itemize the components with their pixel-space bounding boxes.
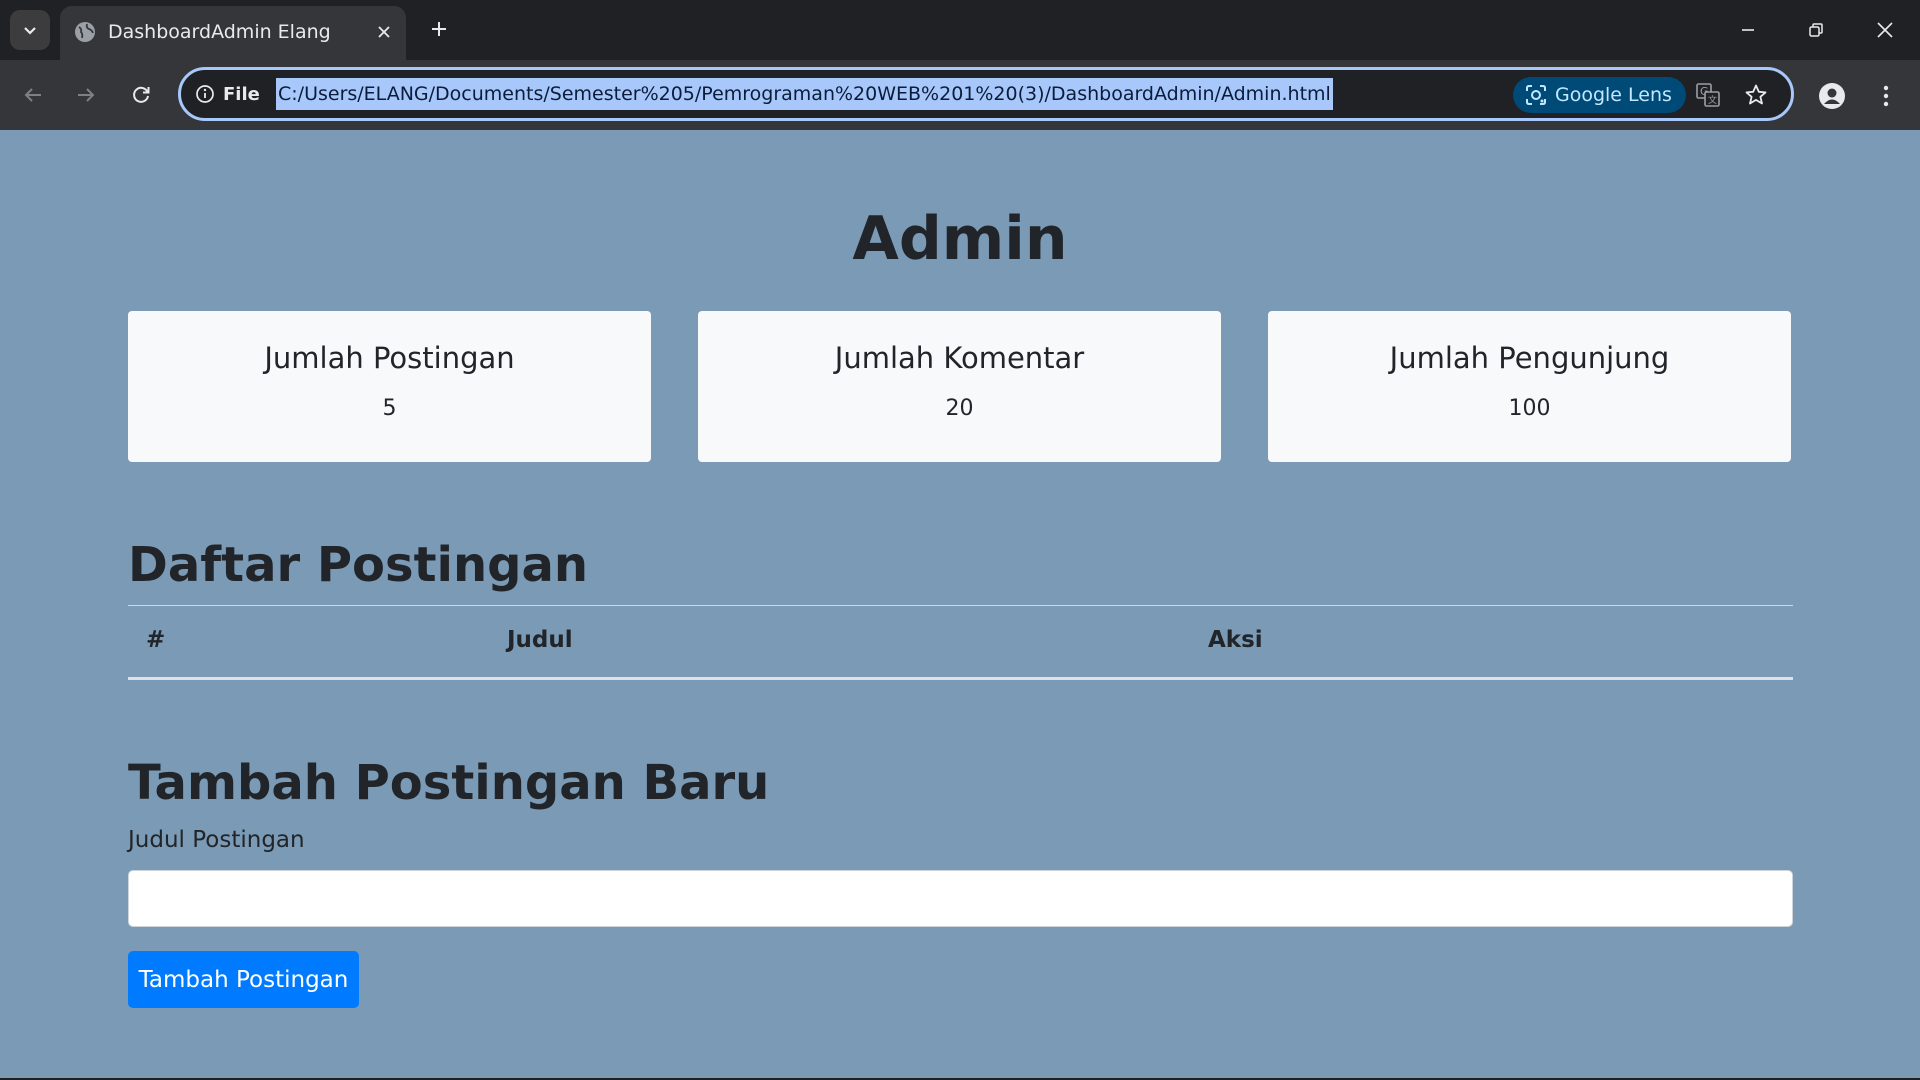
column-header-action: Aksi [1208, 627, 1263, 653]
star-icon [1745, 84, 1767, 105]
stat-card-comments: Jumlah Komentar 20 [698, 311, 1221, 462]
close-window-button[interactable] [1863, 10, 1907, 50]
tab-close-button[interactable] [372, 20, 396, 44]
minimize-icon [1742, 29, 1754, 31]
globe-icon [75, 22, 95, 42]
stat-card-title: Jumlah Komentar [834, 341, 1085, 375]
translate-icon: G文 [1696, 83, 1720, 107]
minimize-button[interactable] [1726, 10, 1770, 50]
stat-card-value: 20 [945, 396, 974, 421]
new-tab-button[interactable] [424, 14, 454, 44]
tab-title: DashboardAdmin Elang [108, 21, 331, 43]
url-text[interactable]: C:/Users/ELANG/Documents/Semester%205/Pe… [276, 78, 1333, 110]
plus-icon [432, 22, 446, 36]
bookmark-button[interactable] [1741, 80, 1771, 110]
browser-tab-active[interactable]: DashboardAdmin Elang [60, 6, 406, 60]
page-title: Admin [852, 204, 1068, 274]
post-title-input[interactable] [128, 870, 1793, 927]
back-button[interactable] [15, 77, 51, 113]
arrow-right-icon [78, 88, 95, 102]
forward-button[interactable] [68, 77, 104, 113]
tab-search-button[interactable] [10, 10, 50, 50]
stat-card-value: 5 [382, 396, 397, 421]
browser-menu-button[interactable] [1870, 80, 1902, 112]
arrow-left-icon [24, 88, 41, 102]
restore-icon [1809, 23, 1823, 37]
page-viewport: Admin Jumlah Postingan 5 Jumlah Komentar… [0, 130, 1920, 1078]
camera-lens-icon [1526, 85, 1546, 105]
google-lens-button[interactable]: Google Lens [1513, 77, 1686, 113]
close-icon [378, 26, 390, 38]
stat-card-title: Jumlah Pengunjung [1389, 341, 1670, 375]
close-icon [1877, 22, 1893, 38]
stat-card-posts: Jumlah Postingan 5 [128, 311, 651, 462]
site-info-label: File [223, 83, 260, 105]
browser-tabstrip: DashboardAdmin Elang [0, 0, 1920, 60]
google-lens-label: Google Lens [1555, 84, 1672, 106]
browser-toolbar: File C:/Users/ELANG/Documents/Semester%2… [0, 60, 1920, 130]
reload-button[interactable] [123, 77, 159, 113]
stat-card-value: 100 [1508, 396, 1551, 421]
info-icon [196, 85, 214, 103]
avatar-icon [1819, 83, 1845, 109]
stat-card-title: Jumlah Postingan [264, 341, 515, 375]
posts-section-title: Daftar Postingan [128, 537, 589, 593]
more-vertical-icon [1883, 85, 1889, 107]
chevron-down-icon [24, 27, 36, 35]
add-post-button[interactable]: Tambah Postingan [128, 951, 359, 1008]
table-header-divider [128, 677, 1793, 680]
column-header-title: Judul [507, 627, 573, 653]
table-top-border [128, 605, 1793, 606]
site-info-chip[interactable]: File [195, 81, 260, 107]
address-bar[interactable]: File C:/Users/ELANG/Documents/Semester%2… [178, 67, 1794, 121]
reload-icon [133, 86, 150, 103]
profile-button[interactable] [1816, 80, 1848, 112]
stat-card-visitors: Jumlah Pengunjung 100 [1268, 311, 1791, 462]
column-header-number: # [146, 627, 166, 653]
translate-button[interactable]: G文 [1693, 80, 1723, 110]
add-post-section-title: Tambah Postingan Baru [128, 755, 770, 811]
svg-text:文: 文 [1708, 94, 1717, 106]
restore-button[interactable] [1794, 10, 1838, 50]
post-title-label: Judul Postingan [128, 827, 305, 853]
